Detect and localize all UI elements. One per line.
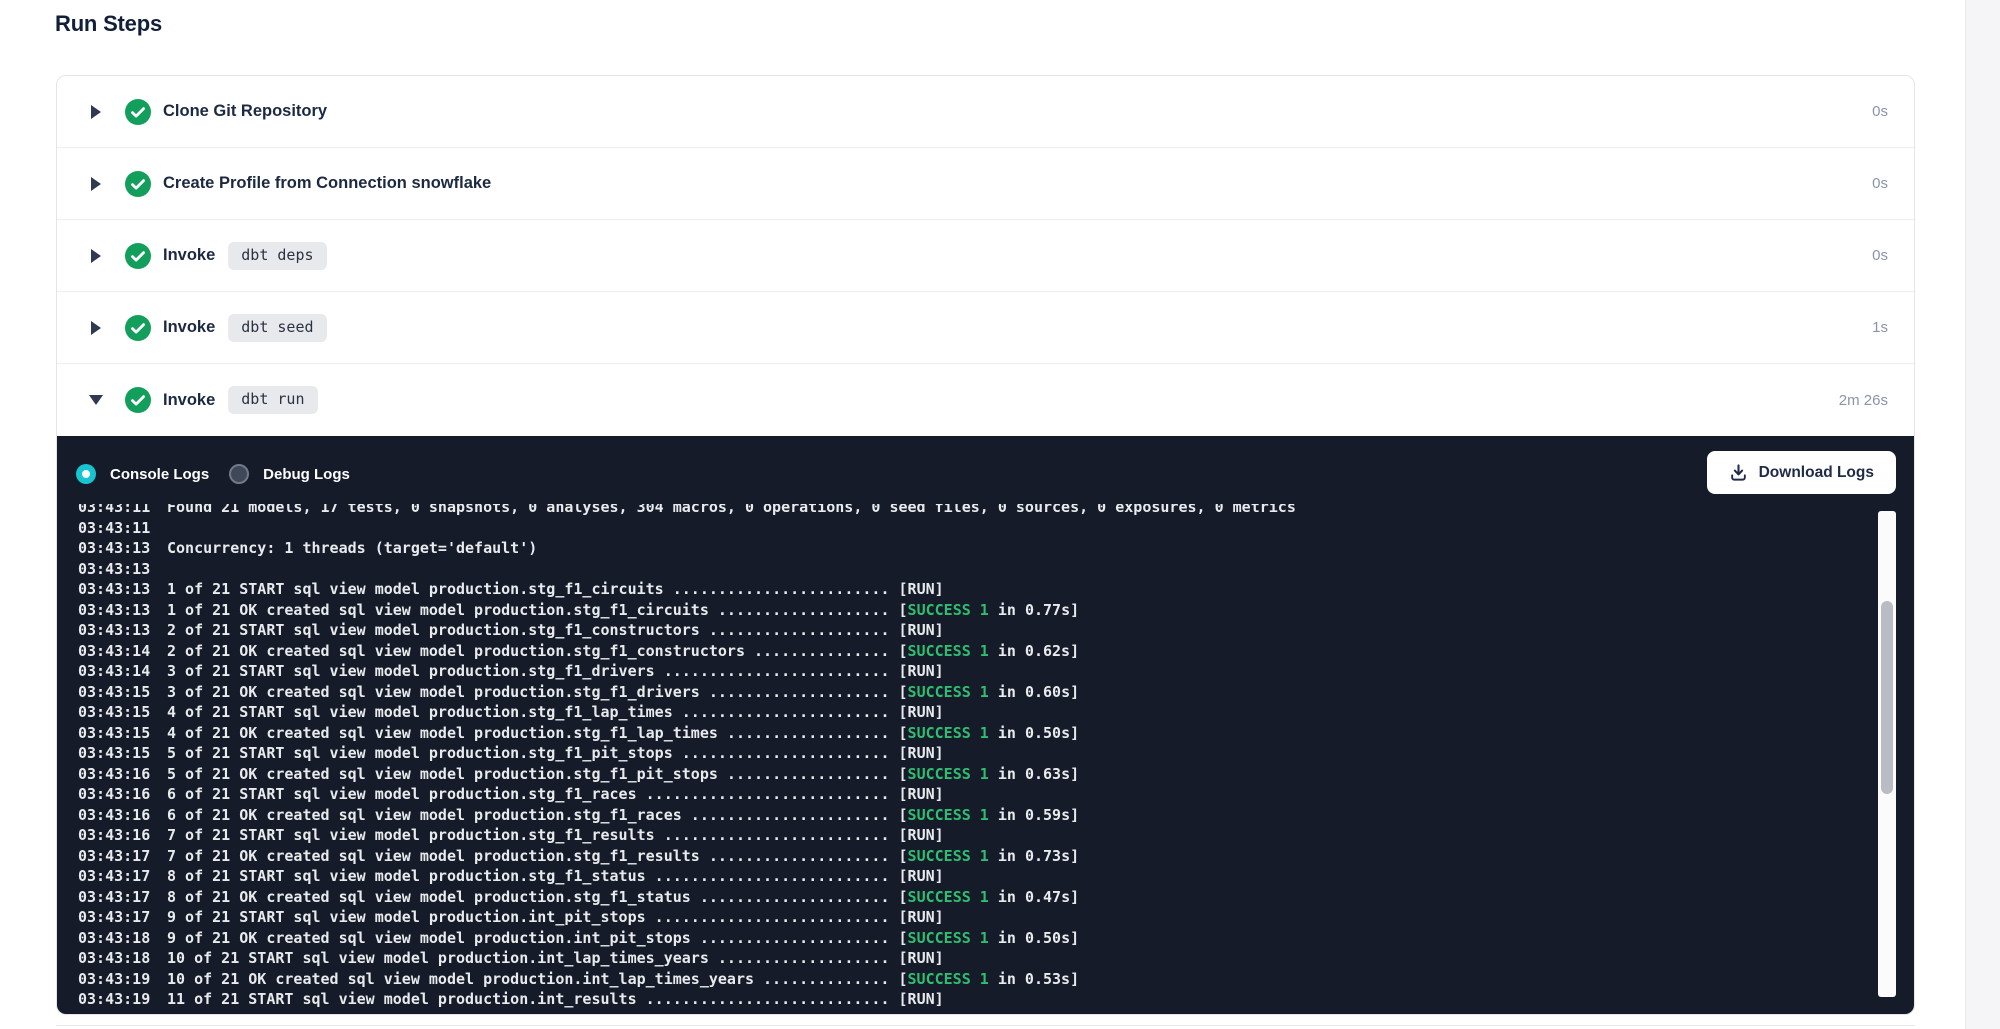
expand-caret-icon[interactable] [89,177,103,191]
log-line: 03:43:179 of 21 START sql view model pro… [78,907,1908,928]
step-label: Invoke [163,318,215,337]
log-line: 03:43:131 of 21 START sql view model pro… [78,579,1908,600]
expand-caret-icon[interactable] [89,321,103,335]
expand-caret-icon[interactable] [89,395,103,405]
log-line: 03:43:154 of 21 OK created sql view mode… [78,723,1908,744]
page-title: Run Steps [55,11,162,37]
log-line: 03:43:166 of 21 OK created sql view mode… [78,805,1908,826]
log-line: 03:43:1810 of 21 START sql view model pr… [78,948,1908,969]
log-line: 03:43:166 of 21 START sql view model pro… [78,784,1908,805]
step-row[interactable]: Invoke dbt seed 1s [57,292,1914,364]
log-line: 03:43:1911 of 21 START sql view model pr… [78,989,1908,1010]
success-check-icon [125,171,151,197]
step-duration: 0s [1872,175,1888,192]
log-panel: Console Logs Debug Logs Download Logs 03… [57,436,1914,1014]
tab-debug-logs-label: Debug Logs [263,466,350,483]
step-row[interactable]: Clone Git Repository 0s [57,76,1914,148]
log-line: 03:43:167 of 21 START sql view model pro… [78,825,1908,846]
log-line: 03:43:155 of 21 START sql view model pro… [78,743,1908,764]
log-line: 03:43:13 [78,559,1908,580]
expand-caret-icon[interactable] [89,249,103,263]
success-check-icon [125,315,151,341]
step-label: Invoke [163,246,215,265]
download-logs-label: Download Logs [1759,464,1874,482]
success-check-icon [125,387,151,413]
log-lines: 03:43:11Found 21 models, 17 tests, 0 sna… [78,504,1908,1010]
log-line: 03:43:143 of 21 START sql view model pro… [78,661,1908,682]
step-row[interactable]: Create Profile from Connection snowflake… [57,148,1914,220]
log-line: 03:43:131 of 21 OK created sql view mode… [78,600,1908,621]
log-line: 03:43:153 of 21 OK created sql view mode… [78,682,1908,703]
radio-unselected-icon[interactable] [229,464,249,484]
step-rows-container: Clone Git Repository 0s Create Profile f… [57,76,1914,436]
step-command-badge: dbt seed [228,314,326,342]
step-row[interactable]: Invoke dbt deps 0s [57,220,1914,292]
log-line: 03:43:178 of 21 START sql view model pro… [78,866,1908,887]
step-duration: 2m 26s [1839,392,1888,409]
log-tabs: Console Logs Debug Logs [76,464,350,484]
tab-console-logs-label: Console Logs [110,466,209,483]
step-duration: 0s [1872,103,1888,120]
log-scrollbar-thumb[interactable] [1881,601,1893,794]
log-line: 03:43:13Concurrency: 1 threads (target='… [78,538,1908,559]
log-line: 03:43:177 of 21 OK created sql view mode… [78,846,1908,867]
tab-debug-logs[interactable]: Debug Logs [229,464,350,484]
log-line: 03:43:165 of 21 OK created sql view mode… [78,764,1908,785]
log-scrollbar-track[interactable] [1878,511,1896,997]
step-label: Create Profile from Connection snowflake [163,174,491,193]
step-duration: 1s [1872,319,1888,336]
log-line: 03:43:132 of 21 START sql view model pro… [78,620,1908,641]
log-line: 03:43:142 of 21 OK created sql view mode… [78,641,1908,662]
step-command-badge: dbt run [228,386,317,414]
log-line: 03:43:154 of 21 START sql view model pro… [78,702,1908,723]
page-right-gutter [1965,0,2000,1029]
download-logs-button[interactable]: Download Logs [1707,451,1896,494]
tab-console-logs[interactable]: Console Logs [76,464,209,484]
log-line: 03:43:178 of 21 OK created sql view mode… [78,887,1908,908]
bottom-divider [56,1025,1915,1026]
log-line: 03:43:189 of 21 OK created sql view mode… [78,928,1908,949]
run-steps-card: Clone Git Repository 0s Create Profile f… [56,75,1915,1015]
radio-selected-icon[interactable] [76,464,96,484]
step-duration: 0s [1872,247,1888,264]
download-icon [1729,463,1748,482]
log-line: 03:43:1910 of 21 OK created sql view mod… [78,969,1908,990]
success-check-icon [125,99,151,125]
log-line: 03:43:11 [78,518,1908,539]
step-label: Clone Git Repository [163,102,327,121]
step-label: Invoke [163,391,215,410]
step-row[interactable]: Invoke dbt run 2m 26s [57,364,1914,436]
success-check-icon [125,243,151,269]
expand-caret-icon[interactable] [89,105,103,119]
console-log-output: 03:43:11Found 21 models, 17 tests, 0 sna… [78,504,1908,1014]
step-command-badge: dbt deps [228,242,326,270]
log-line: 03:43:11Found 21 models, 17 tests, 0 sna… [78,504,1908,518]
